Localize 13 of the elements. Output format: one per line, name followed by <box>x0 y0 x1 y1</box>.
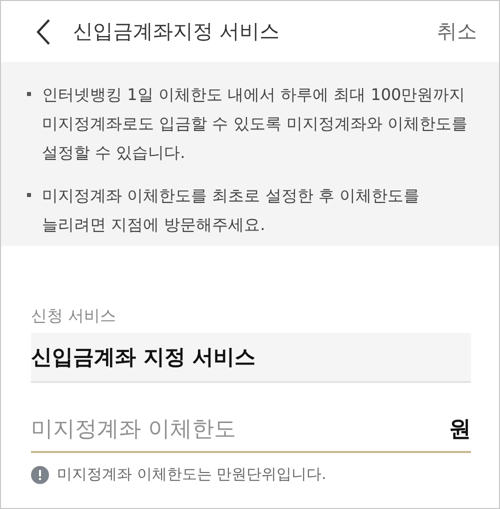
cancel-button[interactable]: 취소 <box>437 18 477 45</box>
notice-text: 미지정계좌 이체한도를 최초로 설정한 후 이체한도를 늘리려면 지점에 방문해주세요. <box>42 185 420 236</box>
page-title: 신입금계좌지정 서비스 <box>73 18 280 45</box>
back-button[interactable] <box>35 18 51 46</box>
hint-text: 미지정계좌 이체한도는 만원단위입니다. <box>57 465 326 484</box>
unit-label: 원 <box>449 416 471 444</box>
limit-input[interactable]: 미지정계좌 이체한도 <box>31 416 449 442</box>
info-icon <box>31 466 49 484</box>
notice-text: 인터넷뱅킹 1일 이체한도 내에서 하루에 최대 100만원까지 미지정계좌로도 입금할 수 있도록 미지정계좌와 이체한도를 설정할 수 있습니다. <box>42 84 468 164</box>
service-field: 신입금계좌 지정 서비스 <box>31 333 471 383</box>
field-label: 신청 서비스 <box>31 306 116 327</box>
bullet-icon <box>27 92 31 96</box>
bullet-icon <box>27 193 31 197</box>
